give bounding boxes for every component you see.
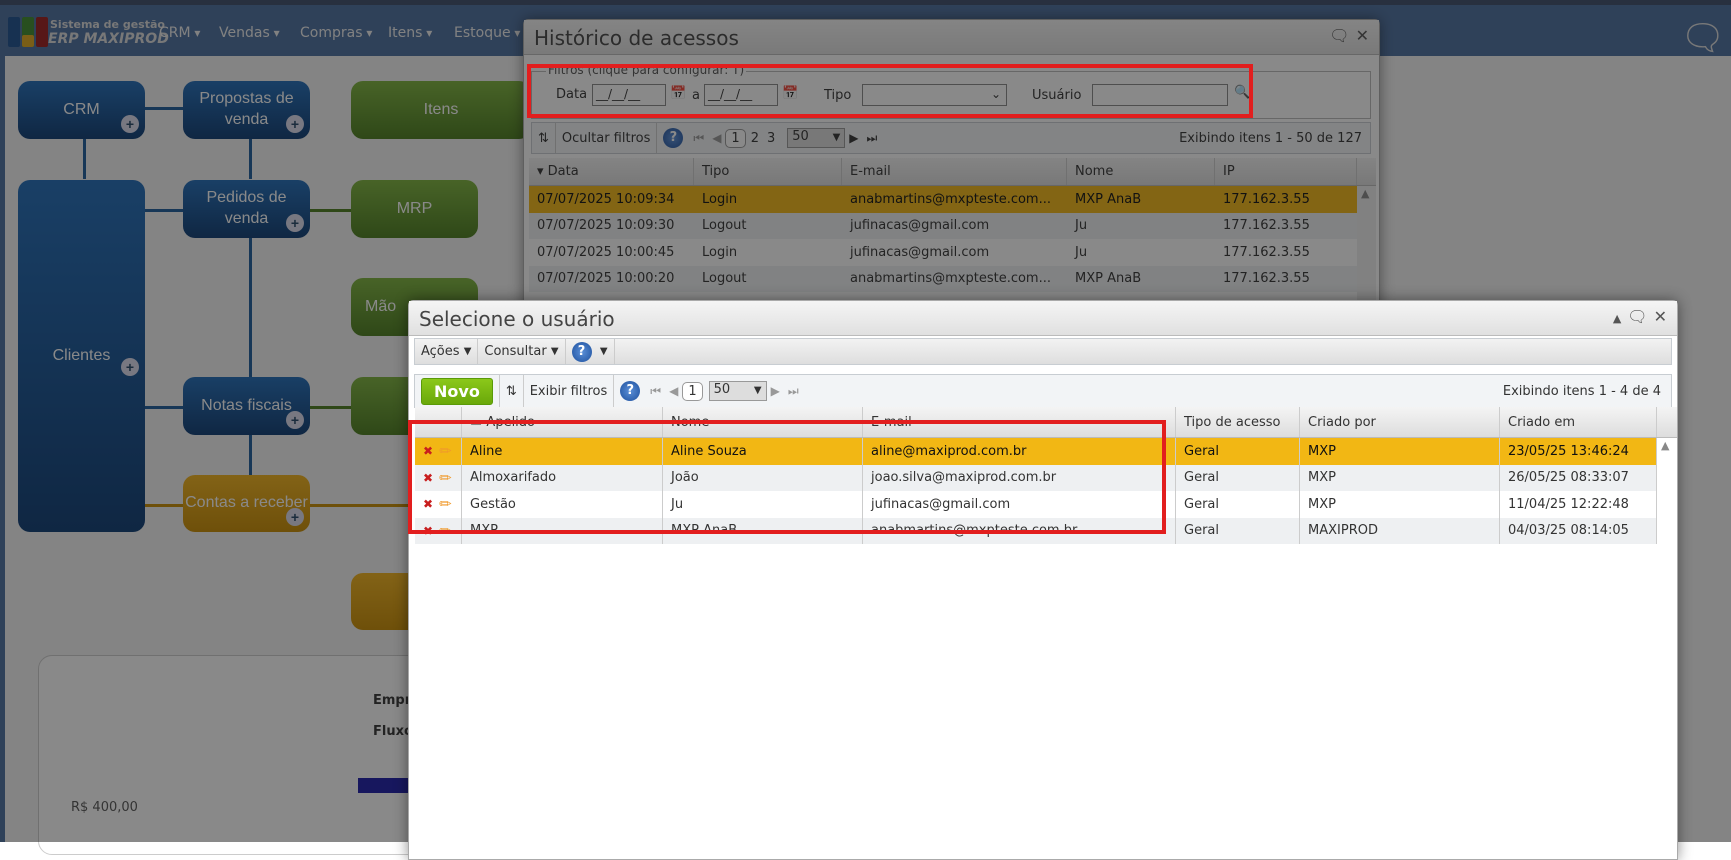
scrollbar[interactable]: ▲ — [1657, 438, 1677, 858]
table-cell: MXP — [1300, 438, 1500, 465]
table-cell: 26/05/25 08:33:07 — [1500, 464, 1657, 491]
table-cell: 23/05/25 13:46:24 — [1500, 438, 1657, 465]
menu-acoes[interactable]: Ações ▼ — [415, 339, 479, 364]
table-cell: 11/04/25 12:22:48 — [1500, 491, 1657, 518]
chevron-down-icon: ▼ — [599, 346, 608, 357]
highlight-filters — [527, 64, 1253, 118]
refresh-icon[interactable]: ⇅ — [500, 375, 524, 407]
page-1[interactable]: 1 — [682, 381, 703, 401]
page-size-select[interactable]: 50 — [708, 381, 767, 401]
col-criado-em[interactable]: Criado em — [1500, 407, 1657, 437]
novo-button[interactable]: Novo — [421, 377, 493, 405]
col-criado-por[interactable]: Criado por — [1300, 407, 1500, 437]
highlight-user-rows — [408, 420, 1166, 534]
help-icon[interactable]: ? — [620, 381, 641, 401]
scroll-up-icon[interactable]: ▲ — [1661, 439, 1669, 452]
menu-help[interactable]: ? ▼ — [566, 339, 615, 364]
table-cell: 04/03/25 08:14:05 — [1500, 517, 1657, 544]
table-cell: MXP — [1300, 464, 1500, 491]
selecione-toolbar: Novo ⇅ Exibir filtros ? ⏮ ◀ 1 50 ▶ ⏭ Exibi… — [414, 374, 1672, 408]
table-cell: Geral — [1176, 517, 1300, 544]
first-page-icon[interactable]: ⏮ — [650, 384, 661, 399]
selecione-dialog: Selecione o usuário ▲ 🗨 ✕ Ações ▼ Consulta… — [408, 300, 1678, 860]
help-icon: ? — [571, 341, 592, 362]
menu-label: Consultar — [484, 344, 547, 359]
last-page-icon[interactable]: ⏭ — [788, 384, 799, 399]
table-cell: MXP — [1300, 491, 1500, 518]
menu-bar: Ações ▼ Consultar ▼ ? ▼ — [414, 338, 1672, 365]
table-cell: Geral — [1176, 491, 1300, 518]
col-tipo-acesso[interactable]: Tipo de acesso — [1176, 407, 1300, 437]
show-filters-button[interactable]: Exibir filtros — [524, 375, 615, 407]
prev-page-icon[interactable]: ◀ — [669, 384, 678, 398]
table-cell: MAXIPROD — [1300, 517, 1500, 544]
collapse-icon[interactable]: ▲ — [1613, 312, 1621, 325]
table-cell: Geral — [1176, 438, 1300, 465]
menu-consultar[interactable]: Consultar ▼ — [478, 339, 566, 364]
status-text: Exibindo itens 1 - 4 de 4 — [1502, 383, 1661, 399]
table-cell: Geral — [1176, 464, 1300, 491]
dialog-title: Selecione o usuário — [409, 301, 1677, 336]
close-icon[interactable]: ✕ — [1654, 307, 1667, 326]
chat-icon[interactable]: 🗨 — [1627, 307, 1647, 326]
menu-label: Ações — [421, 344, 460, 359]
next-page-icon[interactable]: ▶ — [771, 384, 780, 398]
